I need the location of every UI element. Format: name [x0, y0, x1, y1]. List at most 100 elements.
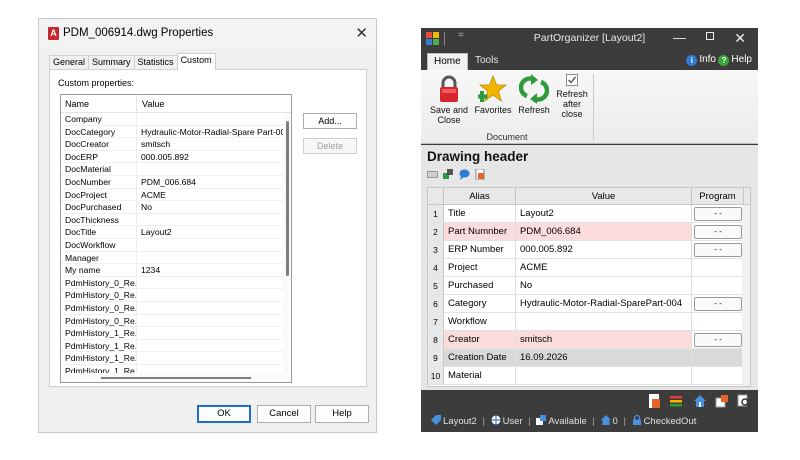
delete-button[interactable]: Delete — [303, 138, 357, 154]
ribbon-tabs: Home Tools i Info ? Help — [421, 50, 758, 70]
value-cell[interactable]: 16.09.2026 — [516, 349, 692, 366]
property-name: PdmHistory_0_Re... — [61, 276, 137, 289]
value-cell[interactable]: No — [516, 277, 692, 294]
minimize-icon[interactable]: — — [673, 30, 686, 45]
horizontal-scrollbar[interactable] — [61, 373, 291, 382]
property-row[interactable]: PdmHistory_0_Re... — [61, 301, 291, 315]
property-row[interactable]: DocWorkflow — [61, 238, 291, 252]
property-value — [137, 289, 283, 301]
row-number: 7 — [428, 313, 444, 330]
program-button[interactable]: - - — [694, 243, 742, 257]
column-program-header[interactable]: Program — [692, 188, 744, 204]
info-link[interactable]: i Info — [686, 54, 716, 66]
property-row[interactable]: DocTitle Layout2 — [61, 226, 291, 239]
save-and-close-button[interactable]: Save and Close — [427, 74, 471, 125]
property-row[interactable]: My name 1234 — [61, 264, 291, 277]
value-cell[interactable] — [516, 313, 692, 330]
value-cell[interactable]: Layout2 — [516, 205, 692, 222]
property-row[interactable]: PdmHistory_0_Re... — [61, 289, 291, 302]
layers-icon[interactable] — [443, 169, 454, 180]
column-alias-header[interactable]: Alias — [444, 188, 516, 204]
tab-statistics[interactable]: Statistics — [133, 55, 178, 70]
value-cell[interactable]: Hydraulic-Motor-Radial-SparePart-004 — [516, 295, 692, 312]
help-button[interactable]: Help — [315, 405, 369, 423]
document-orange-icon[interactable] — [647, 394, 661, 408]
refresh-after-close-label-1: Refresh — [556, 89, 588, 99]
grid-row[interactable]: 7 Workflow — [428, 313, 750, 331]
tab-general[interactable]: General — [49, 55, 90, 70]
star-plus-icon — [472, 74, 514, 104]
grid-row[interactable]: 6 Category Hydraulic-Motor-Radial-SparePar… — [428, 295, 750, 313]
value-cell[interactable] — [516, 367, 692, 384]
tab-summary[interactable]: Summary — [88, 55, 135, 70]
value-cell[interactable]: smitsch — [516, 331, 692, 348]
ribbon-divider — [593, 74, 594, 140]
property-value: 000.005.892 — [141, 151, 189, 162]
scroll-thumb[interactable] — [101, 377, 251, 379]
grid-row[interactable]: 9 Creation Date 16.09.2026 — [428, 349, 750, 367]
property-row[interactable]: DocERP 000.005.892 — [61, 150, 291, 164]
column-name-header[interactable]: Name — [61, 95, 137, 112]
tab-tools[interactable]: Tools — [469, 53, 504, 70]
property-row[interactable]: DocCategory Hydraulic-Motor-Radial-Spare … — [61, 125, 291, 139]
property-row[interactable]: DocMaterial — [61, 163, 291, 176]
add-button[interactable]: Add... — [303, 113, 357, 129]
grid-icon[interactable] — [427, 169, 438, 180]
export-icon[interactable] — [715, 394, 729, 408]
favorites-button[interactable]: Favorites — [472, 74, 514, 115]
program-button[interactable]: - - — [694, 297, 742, 311]
list-icon[interactable] — [669, 394, 683, 408]
grid-row[interactable]: 2 Part Numnber PDM_006.684- - — [428, 223, 750, 241]
row-number: 6 — [428, 295, 444, 312]
grid-row[interactable]: 5 Purchased No — [428, 277, 750, 295]
grid-row[interactable]: 10 Material — [428, 367, 750, 385]
help-link[interactable]: ? Help — [718, 54, 752, 66]
column-value-header[interactable]: Value — [516, 188, 692, 204]
property-row[interactable]: PdmHistory_1_Re... — [61, 352, 291, 365]
property-value — [137, 239, 283, 251]
grid-row[interactable]: 1 Title Layout2- - — [428, 205, 750, 223]
close-icon[interactable]: ✕ — [355, 24, 368, 42]
property-row[interactable]: PdmHistory_0_Re... — [61, 276, 291, 290]
property-name: DocPurchased — [61, 201, 137, 213]
program-button[interactable]: - - — [694, 333, 742, 347]
home-upload-icon[interactable] — [693, 394, 707, 408]
tab-home[interactable]: Home — [427, 53, 468, 70]
property-row[interactable]: DocThickness — [61, 213, 291, 227]
refresh-button[interactable]: Refresh — [516, 74, 552, 115]
grid-scrollbar[interactable] — [742, 205, 750, 386]
column-value-header[interactable]: Value — [137, 99, 164, 109]
cancel-button[interactable]: Cancel — [257, 405, 311, 423]
vertical-scrollbar[interactable] — [283, 113, 291, 372]
program-button[interactable]: - - — [694, 225, 742, 239]
property-row[interactable]: DocNumber PDM_006.684 — [61, 175, 291, 189]
property-row[interactable]: Manager — [61, 251, 291, 265]
value-cell[interactable]: ACME — [516, 259, 692, 276]
comment-icon[interactable] — [459, 169, 470, 180]
custom-properties-list[interactable]: Name Value Company DocCategory Hydraulic-M… — [60, 94, 292, 383]
refresh-after-close-checkbox[interactable]: Refresh after close — [554, 74, 590, 119]
grid-row[interactable]: 4 Project ACME — [428, 259, 750, 277]
tab-custom[interactable]: Custom — [176, 53, 216, 70]
property-row[interactable]: Company — [61, 113, 291, 126]
property-row[interactable]: DocCreator smitsch — [61, 138, 291, 151]
property-row[interactable]: PdmHistory_1_Re... — [61, 327, 291, 340]
property-row[interactable]: PdmHistory_0_Re... — [61, 314, 291, 328]
program-button[interactable]: - - — [694, 207, 742, 221]
grid-row[interactable]: 3 ERP Number 000.005.892- - — [428, 241, 750, 259]
document-icon[interactable] — [475, 169, 486, 180]
ok-button[interactable]: OK — [197, 405, 251, 423]
property-name: PdmHistory_0_Re... — [61, 314, 137, 327]
close-icon[interactable]: ✕ — [734, 30, 746, 47]
drawing-header-grid[interactable]: Alias Value Program 1 Title Layout2- -2 Par… — [427, 187, 751, 387]
value-cell[interactable]: PDM_006.684 — [516, 223, 692, 240]
property-name: DocTitle — [61, 226, 137, 238]
property-row[interactable]: DocPurchased No — [61, 201, 291, 214]
maximize-icon[interactable] — [706, 32, 714, 40]
property-row[interactable]: DocProject ACME — [61, 188, 291, 202]
scroll-thumb[interactable] — [286, 121, 289, 276]
value-cell[interactable]: 000.005.892 — [516, 241, 692, 258]
property-row[interactable]: PdmHistory_1_Re... — [61, 339, 291, 353]
grid-row[interactable]: 8 Creator smitsch - - — [428, 331, 750, 349]
preview-search-icon[interactable] — [737, 394, 751, 408]
